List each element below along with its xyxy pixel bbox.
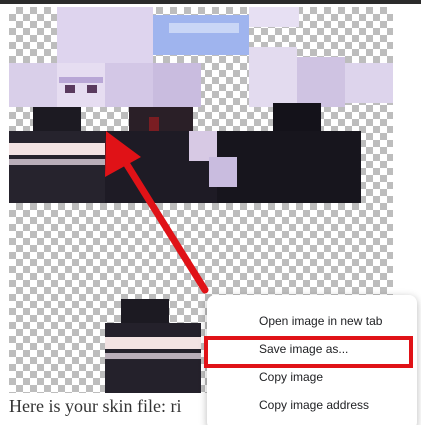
face-eye-left [65,85,75,93]
menu-item-open-image-new-tab[interactable]: Open image in new tab [207,307,417,335]
context-menu: Open image in new tab Save image as... C… [207,295,417,425]
hat-layer-back [345,63,393,103]
arm-top [273,103,321,131]
arm-cuff [209,157,237,187]
face-eye-right [87,85,97,93]
lower-leg-top [121,299,169,323]
leg-stripe-2 [9,159,105,165]
hair-top-block [57,7,153,65]
hair-back-face [153,63,201,107]
lower-leg-stripe-2 [105,353,201,359]
menu-item-copy-image-address[interactable]: Copy image address [207,391,417,419]
skin-file-caption: Here is your skin file: ri [9,396,182,416]
hair-left-face [9,63,57,107]
leg-top [33,107,81,131]
hat-layer-side [297,57,345,107]
hair-right-face [105,63,153,107]
hair-top-right [249,7,299,27]
page-top-rule [0,0,421,4]
menu-item-copy-image[interactable]: Copy image [207,363,417,391]
menu-item-save-image-as[interactable]: Save image as... [207,335,417,363]
leg-front [9,131,105,203]
body-top [129,107,193,131]
face-bangs [59,77,103,83]
banner-stripe [169,23,239,33]
hat-layer-front [249,47,297,107]
leg-stripe [9,143,105,155]
face-front [57,63,105,107]
arm-front [217,131,361,203]
lower-leg-stripe [105,337,201,349]
banner-block [153,15,249,55]
